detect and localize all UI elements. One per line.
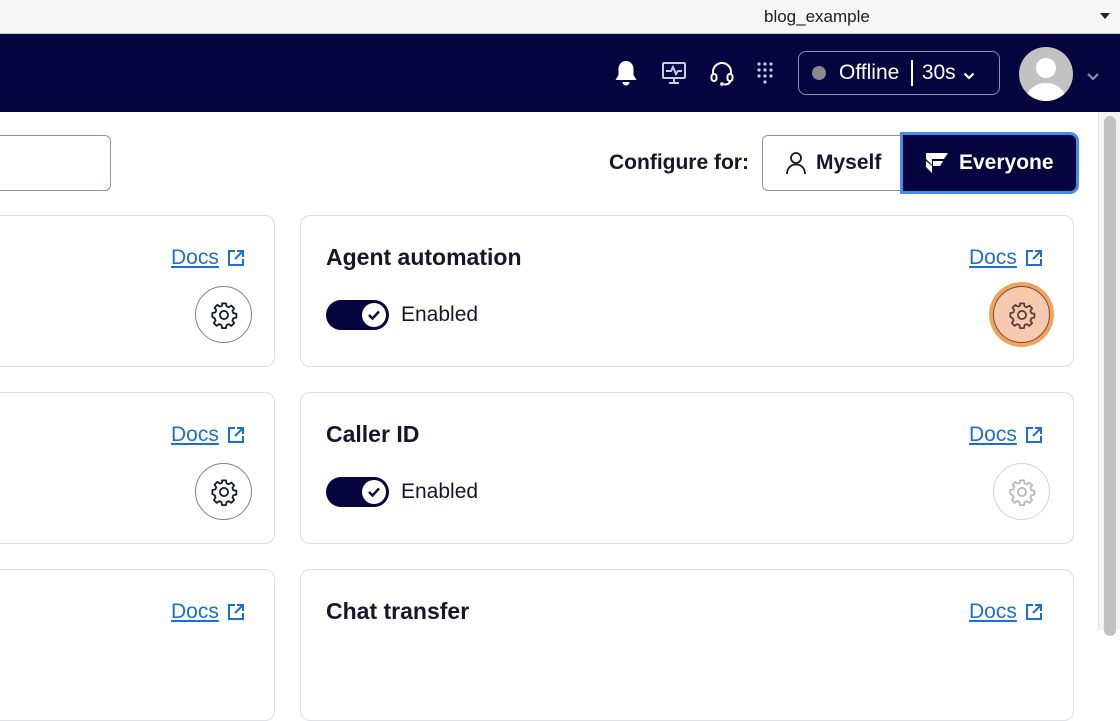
feature-card: Docs <box>0 215 275 367</box>
external-link-icon <box>1025 603 1043 621</box>
docs-link[interactable]: Docs <box>171 246 245 270</box>
gear-icon <box>1008 478 1035 506</box>
docs-link-label: Docs <box>969 423 1017 446</box>
gear-icon <box>210 301 237 329</box>
top-navbar: Offline 30s <box>0 34 1120 112</box>
check-icon <box>362 480 386 504</box>
external-link-icon <box>1025 249 1043 267</box>
headset-icon[interactable] <box>707 58 737 88</box>
caller-id-toggle[interactable] <box>326 477 389 507</box>
monitor-pulse-icon[interactable] <box>659 58 689 88</box>
docs-link[interactable]: Docs <box>171 600 245 624</box>
settings-button[interactable] <box>195 463 252 520</box>
settings-button[interactable] <box>195 286 252 343</box>
external-link-icon <box>227 249 245 267</box>
docs-link-label: Docs <box>969 246 1017 269</box>
feature-card: Docs <box>0 392 275 544</box>
vertical-scrollbar[interactable] <box>1098 112 1120 636</box>
status-timer: 30s <box>921 61 956 84</box>
chat-transfer-card: Chat transfer Docs <box>300 569 1074 721</box>
gear-icon <box>1008 301 1035 329</box>
external-link-icon <box>227 603 245 621</box>
window-title-bar: blog_example <box>0 0 1120 34</box>
avatar[interactable] <box>1019 47 1073 101</box>
scrollbar-thumb[interactable] <box>1104 116 1116 636</box>
docs-link[interactable]: Docs <box>969 246 1043 270</box>
check-icon <box>362 303 386 327</box>
card-title: Agent automation <box>326 244 522 270</box>
caller-id-card: Caller ID Docs Enabled <box>300 392 1074 544</box>
agent-status-dropdown[interactable]: Offline 30s <box>798 51 1000 95</box>
window-menu-caret-icon[interactable] <box>1100 13 1110 19</box>
card-title: Caller ID <box>326 421 420 447</box>
docs-link-label: Docs <box>171 246 219 269</box>
external-link-icon <box>1025 426 1043 444</box>
window-title: blog_example <box>764 7 870 26</box>
docs-link[interactable]: Docs <box>171 423 245 447</box>
everyone-brand-icon <box>925 152 949 174</box>
caller-id-toggle-row: Enabled <box>326 477 478 507</box>
docs-link-label: Docs <box>969 600 1017 623</box>
card-title: Chat transfer <box>326 598 470 624</box>
configure-myself-label: Myself <box>816 151 882 174</box>
docs-link[interactable]: Docs <box>969 600 1043 624</box>
external-link-icon <box>227 426 245 444</box>
status-label: Offline <box>839 61 900 84</box>
search-input[interactable] <box>0 135 111 191</box>
user-icon <box>785 151 807 175</box>
status-separator <box>911 60 913 86</box>
agent-automation-toggle-row: Enabled <box>326 300 478 330</box>
docs-link-label: Docs <box>171 600 219 623</box>
chevron-down-icon <box>963 62 975 86</box>
docs-link-label: Docs <box>171 423 219 446</box>
toggle-label: Enabled <box>401 480 479 503</box>
status-dot <box>812 66 826 80</box>
agent-automation-toggle[interactable] <box>326 300 389 330</box>
feature-card: Docs <box>0 569 275 721</box>
configure-everyone-label: Everyone <box>959 151 1054 174</box>
dialpad-icon[interactable] <box>750 58 780 88</box>
settings-button[interactable] <box>993 286 1050 343</box>
configure-everyone-button[interactable]: Everyone <box>903 135 1076 191</box>
docs-link[interactable]: Docs <box>969 423 1043 447</box>
configure-myself-button[interactable]: Myself <box>762 135 907 191</box>
configure-for-label: Configure for: <box>609 151 749 174</box>
settings-button[interactable] <box>993 463 1050 520</box>
toggle-label: Enabled <box>401 303 479 326</box>
agent-automation-card: Agent automation Docs Enabled <box>300 215 1074 367</box>
bell-icon[interactable] <box>611 58 641 88</box>
gear-icon <box>210 478 237 506</box>
avatar-menu-chevron-icon[interactable] <box>1086 68 1100 86</box>
